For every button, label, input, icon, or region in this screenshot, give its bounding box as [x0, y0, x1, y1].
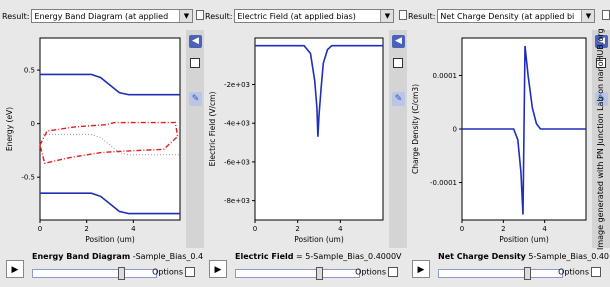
plot-caption-title: Net Charge Density [438, 252, 526, 261]
plot-caption-sample: = 5-Sample_Bias_0.4000V [293, 252, 402, 261]
y-tick-label: 0.0001 [433, 72, 458, 80]
x-tick-label: 0 [460, 225, 464, 233]
x-tick-label: 0 [253, 225, 257, 233]
panel-toggle-icon[interactable]: ◀ [392, 35, 405, 48]
plot-caption: Energy Band Diagram -Sample_Bias_0.4 [32, 252, 203, 261]
plot-side-toolbar: ◀ ✎ [389, 30, 407, 248]
options-toggle[interactable]: Options [558, 267, 601, 277]
charge-density-panel: Result: Net Charge Density (at applied b… [406, 0, 610, 287]
result-selector-row: Result: Electric Field (at applied bias)… [205, 8, 395, 24]
result-label: Result: [2, 11, 30, 21]
x-tick-label: 4 [338, 225, 343, 233]
result-selector-row: Result: Energy Band Diagram (at applied … [2, 8, 194, 24]
options-label: Options [558, 267, 589, 277]
x-tick-label: 2 [295, 225, 299, 233]
charge-density-plot: 0 2 4 0.0001 0 -0.0001 Position (um) Charge Den… [408, 30, 592, 250]
x-tick-label: 2 [84, 225, 88, 233]
play-icon: ▶ [214, 265, 222, 275]
result-dropdown[interactable]: Energy Band Diagram (at applied ▼ [31, 9, 194, 23]
plot-side-toolbar: ◀ ✎ [186, 30, 204, 248]
result-dropdown-value: Net Charge Density (at applied bi [440, 12, 575, 21]
slider-thumb[interactable] [117, 267, 125, 280]
chevron-down-icon[interactable]: ▼ [380, 10, 394, 22]
x-axis-label: Position (um) [85, 235, 135, 244]
y-tick-label: 0 [453, 126, 457, 134]
playback-bar: Electric Field = 5-Sample_Bias_0.4000V ▶… [203, 250, 406, 287]
wrench-icon[interactable]: ✎ [189, 92, 202, 106]
options-checkbox[interactable] [388, 267, 398, 277]
y-tick-label: -4e+03 [224, 120, 250, 128]
options-toggle[interactable]: Options [355, 267, 398, 277]
y-tick-label: 0 [31, 120, 35, 128]
chevron-down-icon[interactable]: ▼ [179, 10, 193, 22]
options-checkbox[interactable] [591, 267, 601, 277]
nanohub-watermark: Image generated with PN Junction Lab on … [596, 28, 605, 250]
play-button[interactable]: ▶ [412, 260, 430, 278]
play-button[interactable]: ▶ [209, 260, 227, 278]
plot-caption-sample: 5-Sample_Bias_0.40 [525, 252, 609, 261]
bias-slider[interactable] [438, 267, 563, 280]
play-icon: ▶ [11, 265, 19, 275]
options-label: Options [152, 267, 183, 277]
wrench-icon[interactable]: ✎ [392, 92, 405, 106]
y-axis-label: Energy (eV) [5, 107, 14, 151]
plot-caption: Net Charge Density 5-Sample_Bias_0.40 [438, 252, 609, 261]
result-selector-row: Result: Net Charge Density (at applied b… [408, 8, 596, 24]
electric-field-panel: Result: Electric Field (at applied bias)… [203, 0, 407, 287]
play-button[interactable]: ▶ [6, 260, 24, 278]
x-tick-label: 2 [501, 225, 505, 233]
slider-thumb[interactable] [316, 267, 324, 280]
result-dropdown-value: Energy Band Diagram (at applied [34, 12, 169, 21]
y-tick-label: -0.0001 [430, 179, 457, 187]
electric-field-chart: 0 2 4 -2e+03 -4e+03 -6e+03 -8e+03 Position (um)… [208, 37, 384, 244]
energy-band-chart: 0 2 4 0.5 0 -0.5 Position (um) Energy (eV) [5, 37, 181, 244]
y-tick-label: 0.5 [24, 67, 35, 75]
result-label: Result: [408, 11, 436, 21]
y-tick-label: -0.5 [21, 174, 35, 182]
electric-field-plot: 0 2 4 -2e+03 -4e+03 -6e+03 -8e+03 Position (um)… [205, 30, 389, 250]
x-tick-label: 0 [38, 225, 42, 233]
y-tick-label: -6e+03 [224, 158, 250, 166]
x-tick-label: 4 [542, 225, 547, 233]
playback-bar: Energy Band Diagram -Sample_Bias_0.4 ▶ O… [0, 250, 203, 287]
slider-thumb[interactable] [523, 267, 531, 280]
options-checkbox[interactable] [185, 267, 195, 277]
y-tick-label: -2e+03 [224, 81, 250, 89]
options-label: Options [355, 267, 386, 277]
charge-density-chart: 0 2 4 0.0001 0 -0.0001 Position (um) Charge Den… [411, 37, 587, 244]
y-axis-label: Charge Density (C/cm3) [411, 84, 420, 174]
result-label: Result: [205, 11, 233, 21]
result-dropdown-value: Electric Field (at applied bias) [237, 12, 356, 21]
plot-caption: Electric Field = 5-Sample_Bias_0.4000V [235, 252, 402, 261]
document-icon[interactable] [602, 10, 610, 20]
plot-checkbox[interactable] [393, 58, 403, 68]
play-icon: ▶ [417, 265, 425, 275]
panel-toggle-icon[interactable]: ◀ [189, 35, 202, 48]
playback-bar: Net Charge Density 5-Sample_Bias_0.40 ▶ … [406, 250, 609, 287]
y-axis-label: Electric Field (V/cm) [208, 92, 217, 167]
y-tick-label: -8e+03 [224, 197, 250, 205]
chevron-down-icon[interactable]: ▼ [581, 10, 595, 22]
energy-band-plot: 0 2 4 0.5 0 -0.5 Position (um) Energy (eV) [2, 30, 186, 250]
plot-caption-title: Electric Field [235, 252, 294, 261]
bias-slider[interactable] [235, 267, 360, 280]
x-axis-label: Position (um) [499, 235, 549, 244]
result-dropdown[interactable]: Electric Field (at applied bias) ▼ [234, 9, 395, 23]
x-axis-label: Position (um) [294, 235, 344, 244]
bias-slider[interactable] [32, 267, 157, 280]
plot-checkbox[interactable] [190, 58, 200, 68]
result-dropdown[interactable]: Net Charge Density (at applied bi ▼ [437, 9, 596, 23]
plot-caption-title: Energy Band Diagram [32, 252, 131, 261]
x-tick-label: 4 [131, 225, 136, 233]
options-toggle[interactable]: Options [152, 267, 195, 277]
energy-band-panel: Result: Energy Band Diagram (at applied … [0, 0, 204, 287]
plot-caption-sample: -Sample_Bias_0.4 [130, 252, 204, 261]
